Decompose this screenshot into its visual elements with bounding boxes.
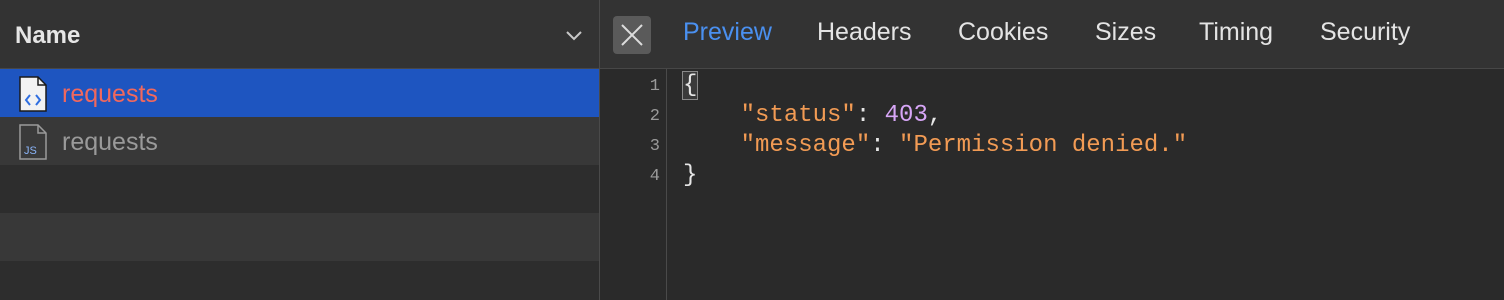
code-line-4: } [683, 162, 697, 189]
json-string-value: "Permission denied." [899, 132, 1188, 159]
close-button[interactable] [613, 16, 651, 54]
line-number: 1 [649, 77, 660, 96]
json-key: "message" [740, 132, 871, 159]
html-document-icon [19, 76, 47, 112]
chevron-down-icon[interactable] [563, 24, 585, 46]
line-number: 3 [649, 137, 660, 156]
line-number: 2 [649, 107, 660, 126]
code-line-1: { [681, 71, 699, 100]
name-column-header[interactable]: Name [15, 22, 80, 50]
tab-security[interactable]: Security [1320, 18, 1410, 47]
details-panel: Preview Headers Cookies Sizes Timing Sec… [600, 0, 1504, 300]
empty-row [0, 165, 599, 213]
json-key: "status" [740, 102, 856, 129]
details-tabbar: Preview Headers Cookies Sizes Timing Sec… [600, 0, 1504, 69]
request-name: requests [62, 80, 158, 108]
close-icon [621, 24, 643, 46]
request-list-panel: Name requests JS requests [0, 0, 600, 300]
svg-text:JS: JS [24, 145, 37, 157]
code-line-3: "message": "Permission denied." [683, 132, 1187, 159]
network-inspector: Name requests JS requests Preview Header… [0, 0, 1504, 300]
colon: : [855, 102, 871, 129]
request-name: requests [62, 128, 158, 156]
colon: : [870, 132, 885, 159]
code-line-2: "status": 403, [683, 102, 943, 129]
open-brace: { [681, 71, 699, 100]
tab-sizes[interactable]: Sizes [1095, 18, 1156, 47]
list-item[interactable]: requests [0, 69, 599, 117]
line-number: 4 [649, 167, 660, 186]
tab-headers[interactable]: Headers [817, 18, 912, 47]
js-document-icon: JS [19, 124, 47, 160]
list-item[interactable]: JS requests [0, 117, 599, 165]
empty-row [0, 213, 599, 261]
request-rows: requests JS requests [0, 69, 599, 300]
list-header: Name [0, 0, 599, 69]
empty-row [0, 261, 599, 300]
tab-preview[interactable]: Preview [683, 18, 772, 47]
tab-timing[interactable]: Timing [1199, 18, 1273, 47]
line-number-gutter: 1 2 3 4 [600, 69, 667, 300]
close-brace: } [683, 162, 698, 189]
tab-cookies[interactable]: Cookies [958, 18, 1048, 47]
comma: , [927, 102, 943, 129]
json-number-value: 403 [884, 102, 928, 129]
